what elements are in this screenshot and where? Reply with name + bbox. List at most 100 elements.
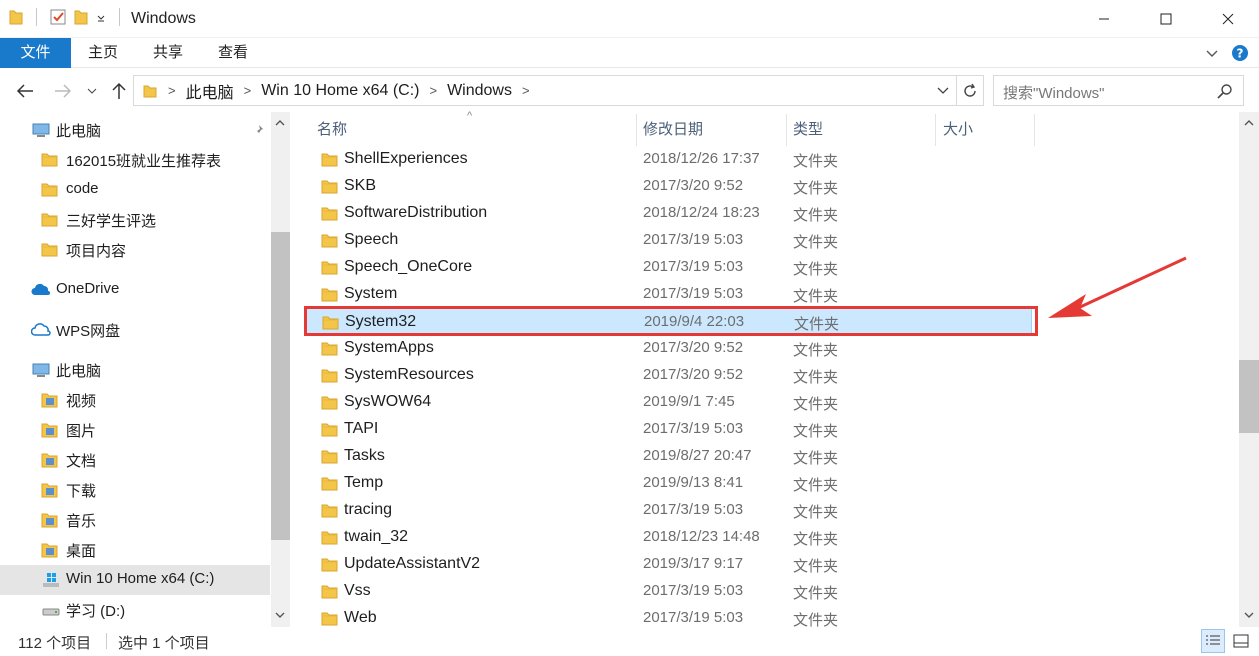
close-button[interactable] xyxy=(1197,0,1259,38)
scroll-down-icon[interactable] xyxy=(1243,610,1255,620)
file-row[interactable]: SystemResources 2017/3/20 9:52 文件夹 xyxy=(305,362,1032,389)
sidebar-item[interactable]: 下载 xyxy=(0,475,270,505)
music-folder-icon xyxy=(41,513,58,528)
maximize-button[interactable] xyxy=(1135,0,1197,38)
sidebar-item[interactable]: 此电脑 xyxy=(0,115,270,145)
chevron-right-icon[interactable]: > xyxy=(168,83,176,98)
breadcrumb-drive-c[interactable]: Win 10 Home x64 (C:) xyxy=(261,82,419,100)
sidebar-icon xyxy=(41,392,59,408)
recent-locations-button[interactable] xyxy=(84,79,100,103)
file-row[interactable]: Speech 2017/3/19 5:03 文件夹 xyxy=(305,227,1032,254)
file-name: SystemResources xyxy=(344,366,474,383)
file-row[interactable]: Temp 2019/9/13 8:41 文件夹 xyxy=(305,470,1032,497)
file-row[interactable]: SKB 2017/3/20 9:52 文件夹 xyxy=(305,173,1032,200)
file-type: 文件夹 xyxy=(793,180,839,197)
scroll-up-icon[interactable] xyxy=(1243,118,1255,128)
chevron-down-icon[interactable] xyxy=(95,8,107,26)
file-row[interactable]: Vss 2017/3/19 5:03 文件夹 xyxy=(305,578,1032,605)
file-row[interactable]: tracing 2017/3/19 5:03 文件夹 xyxy=(305,497,1032,524)
file-row[interactable]: System 2017/3/19 5:03 文件夹 xyxy=(305,281,1032,308)
sidebar-item[interactable]: 视频 xyxy=(0,385,270,415)
sidebar-item[interactable]: 三好学生评选 xyxy=(0,205,270,235)
sidebar-item[interactable]: WPS网盘 xyxy=(0,315,270,345)
file-date: 2017/3/19 5:03 xyxy=(643,258,744,275)
status-bar: 112 个项目 选中 1 个项目 xyxy=(0,627,1259,656)
sidebar-item[interactable]: 学习 (D:) xyxy=(0,595,270,625)
forward-button[interactable] xyxy=(51,79,75,103)
tab-share[interactable]: 共享 xyxy=(143,38,193,68)
file-type: 文件夹 xyxy=(793,207,839,224)
sidebar-item[interactable]: 文档 xyxy=(0,445,270,475)
column-divider[interactable] xyxy=(1034,114,1035,146)
chevron-right-icon[interactable]: > xyxy=(429,83,437,98)
sidebar-item[interactable]: code xyxy=(0,175,270,205)
folder-icon[interactable] xyxy=(8,8,24,26)
folder-icon xyxy=(143,85,157,97)
column-header-type[interactable]: 类型 xyxy=(793,118,823,146)
file-row[interactable]: SoftwareDistribution 2018/12/24 18:23 文件夹 xyxy=(305,200,1032,227)
sidebar-item[interactable]: Win 10 Home x64 (C:) xyxy=(0,565,270,595)
file-name: Vss xyxy=(344,582,371,599)
file-row[interactable]: SysWOW64 2019/9/1 7:45 文件夹 xyxy=(305,389,1032,416)
folder-icon xyxy=(321,261,338,275)
column-divider[interactable] xyxy=(786,114,787,146)
breadcrumb-windows[interactable]: Windows xyxy=(447,82,512,100)
sidebar-item-label: 此电脑 xyxy=(56,363,102,380)
file-row[interactable]: ShellExperiences 2018/12/26 17:37 文件夹 xyxy=(305,146,1032,173)
sidebar-item-label: Win 10 Home x64 (C:) xyxy=(66,570,215,587)
chevron-right-icon[interactable]: > xyxy=(244,83,252,98)
sidebar-item[interactable]: 桌面 xyxy=(0,535,270,565)
sidebar-item[interactable]: OneDrive xyxy=(0,275,270,305)
large-icons-view-button[interactable] xyxy=(1229,629,1253,653)
sidebar-item[interactable]: 项目内容 xyxy=(0,235,270,265)
file-date: 2017/3/19 5:03 xyxy=(643,582,744,599)
scroll-up-icon[interactable] xyxy=(274,118,286,128)
sidebar-icon xyxy=(31,362,50,378)
file-date: 2017/3/20 9:52 xyxy=(643,177,744,194)
column-header-size[interactable]: 大小 xyxy=(943,118,973,146)
search-input[interactable]: 搜索"Windows" xyxy=(1003,82,1105,103)
file-row[interactable]: Tasks 2019/8/27 20:47 文件夹 xyxy=(305,443,1032,470)
back-button[interactable] xyxy=(13,79,37,103)
chevron-right-icon[interactable]: > xyxy=(522,83,530,98)
sidebar-item-label: 此电脑 xyxy=(56,123,102,140)
up-button[interactable] xyxy=(107,79,131,103)
sidebar-icon xyxy=(31,122,50,138)
tab-file[interactable]: 文件 xyxy=(0,38,71,68)
column-divider[interactable] xyxy=(935,114,936,146)
column-header-name[interactable]: 名称 xyxy=(317,118,347,146)
file-row[interactable]: UpdateAssistantV2 2019/3/17 9:17 文件夹 xyxy=(305,551,1032,578)
search-box[interactable]: 搜索"Windows" xyxy=(993,75,1244,106)
minimize-button[interactable] xyxy=(1073,0,1135,38)
sidebar-item[interactable]: 162015班就业生推荐表 xyxy=(0,145,270,175)
sidebar-item[interactable]: 此电脑 xyxy=(0,355,270,385)
details-view-button[interactable] xyxy=(1201,629,1225,653)
file-date: 2018/12/26 17:37 xyxy=(643,150,760,167)
properties-icon[interactable] xyxy=(49,8,67,26)
file-row[interactable]: twain_32 2018/12/23 14:48 文件夹 xyxy=(305,524,1032,551)
file-row[interactable]: SystemApps 2017/3/20 9:52 文件夹 xyxy=(305,335,1032,362)
sidebar-item[interactable]: 图片 xyxy=(0,415,270,445)
breadcrumb-this-pc[interactable]: 此电脑 xyxy=(186,79,234,103)
sidebar-item[interactable]: 音乐 xyxy=(0,505,270,535)
column-divider[interactable] xyxy=(636,114,637,146)
column-header-date[interactable]: 修改日期 xyxy=(643,118,703,146)
tab-view[interactable]: 查看 xyxy=(208,38,258,68)
search-icon[interactable] xyxy=(1217,83,1233,99)
new-folder-icon[interactable] xyxy=(73,8,89,26)
file-list-scrollbar-thumb[interactable] xyxy=(1239,360,1259,433)
sidebar-scrollbar-thumb[interactable] xyxy=(271,232,290,540)
expand-ribbon-icon[interactable] xyxy=(1205,46,1219,60)
folder-icon xyxy=(321,504,338,518)
scroll-down-icon[interactable] xyxy=(274,610,286,620)
chevron-down-icon[interactable] xyxy=(936,83,950,97)
file-row[interactable]: Speech_OneCore 2017/3/19 5:03 文件夹 xyxy=(305,254,1032,281)
tab-home[interactable]: 主页 xyxy=(78,38,128,68)
folder-icon xyxy=(41,183,58,197)
refresh-button[interactable] xyxy=(956,75,984,106)
file-row[interactable]: TAPI 2017/3/19 5:03 文件夹 xyxy=(305,416,1032,443)
pc-icon xyxy=(32,363,50,377)
address-bar[interactable]: > 此电脑 > Win 10 Home x64 (C:) > Windows > xyxy=(133,75,957,106)
pin-icon[interactable] xyxy=(252,124,264,136)
help-icon[interactable]: ? xyxy=(1231,44,1249,62)
